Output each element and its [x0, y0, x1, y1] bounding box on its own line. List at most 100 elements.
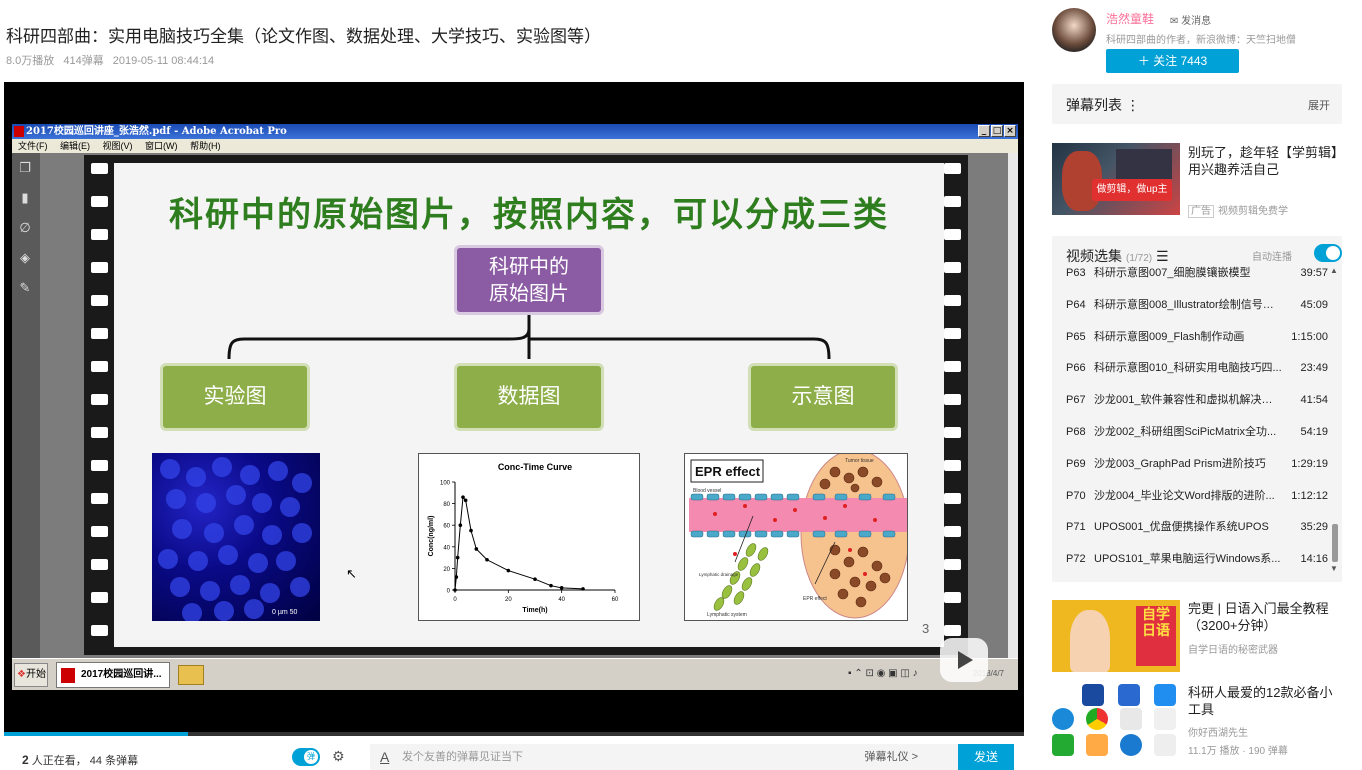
slide: 科研中的原始图片，按照内容，可以分成三类 科研中的 原始图片 实验图 数据图 示… [114, 163, 944, 647]
playlist-item[interactable]: P69 沙龙003_GraphPad Prism进阶技巧 1:29:19 [1066, 457, 1328, 489]
data-point [454, 575, 459, 579]
episode-duration: 35:29 [1300, 521, 1328, 534]
cell-nucleus [248, 553, 268, 573]
autoplay-toggle[interactable] [1314, 244, 1342, 262]
danmaku-input[interactable]: A 发个友善的弹幕见证当下 弹幕礼仪 > [370, 744, 958, 770]
playlist-item[interactable]: P68 沙龙002_科研组图SciPicMatrix全功... 54:19 [1066, 425, 1328, 457]
playlist-title: 视频选集 (1/72) ☰ [1066, 246, 1169, 266]
progress-bar[interactable] [4, 732, 1024, 736]
danmaku-toggle[interactable]: 弹 [292, 748, 320, 766]
app-icon [1052, 734, 1074, 756]
bookmark-icon: ▮ [21, 190, 29, 205]
publish-date: 2019-05-11 08:44:14 [112, 55, 215, 67]
episode-duration: 54:19 [1300, 426, 1328, 438]
autoplay-label: 自动连播 [1252, 252, 1292, 263]
pdf-icon [61, 668, 75, 683]
send-button[interactable]: 发送 [958, 744, 1014, 770]
rec-title[interactable]: 科研人最爱的12款必备小工具 [1188, 684, 1338, 718]
acrobat-title-text: 2017校园巡回讲座_张浩然.pdf - Adobe Acrobat Pro [26, 126, 287, 137]
episode-duration: 39:57 [1300, 267, 1328, 279]
film-hole [91, 493, 108, 504]
menu-window: 窗口(W) [145, 141, 178, 151]
app-icon [1082, 684, 1104, 706]
episode-duration: 45:09 [1300, 298, 1328, 311]
rec-thumbnail[interactable]: 自学日语 [1052, 600, 1180, 672]
app-icon [1118, 684, 1140, 706]
rec-uploader[interactable]: 你好西湖先生 [1188, 724, 1248, 739]
playlist-item[interactable]: P67 沙龙001_软件兼容性和虚拟机解决方案 41:54 [1066, 393, 1328, 425]
y-tick-label: 20 [443, 567, 450, 573]
menu-edit: 编辑(E) [60, 141, 91, 151]
viewer-count: 2 人正在看， 44 条弹幕 [22, 752, 138, 768]
tumor-label: Tumor tissue [845, 458, 874, 464]
playlist-item[interactable]: P70 沙龙004_毕业论文Word排版的进阶... 1:12:12 [1066, 489, 1328, 521]
playlist-item[interactable]: P65 科研示意图009_Flash制作动画 1:15:00 [1066, 330, 1328, 362]
data-point [453, 588, 457, 592]
playlist-scrollbar[interactable]: ▲ ▼ [1328, 266, 1340, 576]
playlist-item[interactable]: P64 科研示意图008_Illustrator绘制信号通路 45:09 [1066, 298, 1328, 330]
chrome-icon [1086, 708, 1108, 730]
film-hole [944, 526, 961, 537]
film-hole [91, 526, 108, 537]
font-style-icon[interactable]: A [380, 744, 389, 770]
film-hole [91, 328, 108, 339]
video-meta: 8.0万播放 414弹幕 2019-05-11 08:44:14 [6, 52, 220, 68]
x-tick-label: 20 [505, 597, 512, 603]
playlist-item[interactable]: P71 UPOS001_优盘便携操作系统UPOS 35:29 [1066, 520, 1328, 552]
cell-nucleus [230, 575, 250, 595]
expand-button[interactable]: 展开 [1308, 97, 1330, 113]
author-name[interactable]: 浩然童鞋 [1106, 10, 1154, 27]
cell-nucleus [292, 523, 312, 543]
rec-thumb-text: 自学日语 [1136, 606, 1176, 666]
ad-source: 广告 视频剪辑免费学 [1188, 202, 1288, 218]
rec-thumbnail[interactable] [1052, 684, 1180, 756]
scroll-thumb[interactable] [1332, 524, 1338, 562]
rec-person [1070, 610, 1110, 672]
episode-number: P72 [1066, 553, 1086, 566]
playlist-item[interactable]: P66 科研示意图010_科研实用电脑技巧四... 23:49 [1066, 361, 1328, 393]
ad-badge: 做剪辑，做up主 [1092, 179, 1172, 201]
play-icon[interactable] [940, 638, 988, 682]
scroll-up-icon[interactable]: ▲ [1330, 266, 1338, 275]
ad-thumbnail[interactable]: 做剪辑，做up主 [1052, 143, 1180, 215]
film-hole [944, 493, 961, 504]
chart-svg: Conc-Time Curve 0 20 40 60 80 100 0 20 40 60 Time(h… [428, 462, 619, 614]
menu-help: 帮助(H) [190, 141, 221, 151]
scroll-down-icon[interactable]: ▼ [1330, 564, 1338, 573]
conc-time-chart: Conc-Time Curve 0 20 40 60 80 100 0 20 40 60 Time(h… [418, 453, 640, 621]
list-icon[interactable]: ☰ [1156, 248, 1169, 264]
signature-icon: ✎ [19, 280, 31, 295]
danmaku-list-panel[interactable]: 弹幕列表 ⋮ 展开 [1052, 84, 1342, 124]
danmaku-etiquette-link[interactable]: 弹幕礼仪 > [865, 744, 918, 770]
message-button[interactable]: ✉ 发消息 [1170, 12, 1211, 27]
episode-number: P71 [1066, 521, 1086, 534]
film-hole [91, 196, 108, 207]
cell-nucleus [170, 577, 190, 597]
avatar[interactable] [1052, 8, 1096, 52]
data-point [474, 547, 479, 551]
acrobat-titlebar: 2017校园巡回讲座_张浩然.pdf - Adobe Acrobat Pro _… [12, 124, 1018, 139]
ad-title[interactable]: 别玩了，趁年轻【学剪辑】用兴趣养活自己 [1188, 144, 1338, 178]
y-tick-label: 80 [443, 502, 450, 508]
playlist-panel: 视频选集 (1/72) ☰ 自动连播 P63 科研示意图007_细胞膜镶嵌模型 39:… [1052, 236, 1342, 582]
rec-uploader[interactable]: 自学日语的秘密武器 [1188, 641, 1278, 656]
film-hole [91, 262, 108, 273]
video-player[interactable]: 2017校园巡回讲座_张浩然.pdf - Adobe Acrobat Pro _… [4, 82, 1024, 736]
episode-title: 科研示意图007_细胞膜镶嵌模型 [1094, 267, 1251, 279]
cell-nucleus [240, 465, 260, 485]
cell-nucleus [226, 485, 246, 505]
playlist-item[interactable]: P72 UPOS101_苹果电脑运行Windows系... 14:16 [1066, 552, 1328, 584]
danmaku-settings-icon[interactable]: ⚙ [332, 748, 345, 765]
playlist-item[interactable]: P63 科研示意图007_细胞膜镶嵌模型 39:57 [1066, 266, 1328, 298]
ad-tag: 广告 [1188, 205, 1214, 218]
episode-title: 沙龙001_软件兼容性和虚拟机解决方案 [1094, 394, 1282, 407]
follow-button[interactable]: ＋ 关注 7443 [1106, 49, 1239, 73]
episode-number: P70 [1066, 489, 1086, 502]
rec-title[interactable]: 完更 | 日语入门最全教程（3200+分钟） [1188, 600, 1338, 634]
lymph-system-label: Lymphatic system [707, 612, 747, 618]
x-tick-label: 0 [453, 597, 457, 603]
acrobat-left-toolbar: ❐ ▮ ∅ ◈ ✎ [12, 153, 40, 658]
folder-icon [178, 665, 204, 685]
playlist-count: (1/72) [1126, 253, 1153, 264]
film-hole [944, 229, 961, 240]
